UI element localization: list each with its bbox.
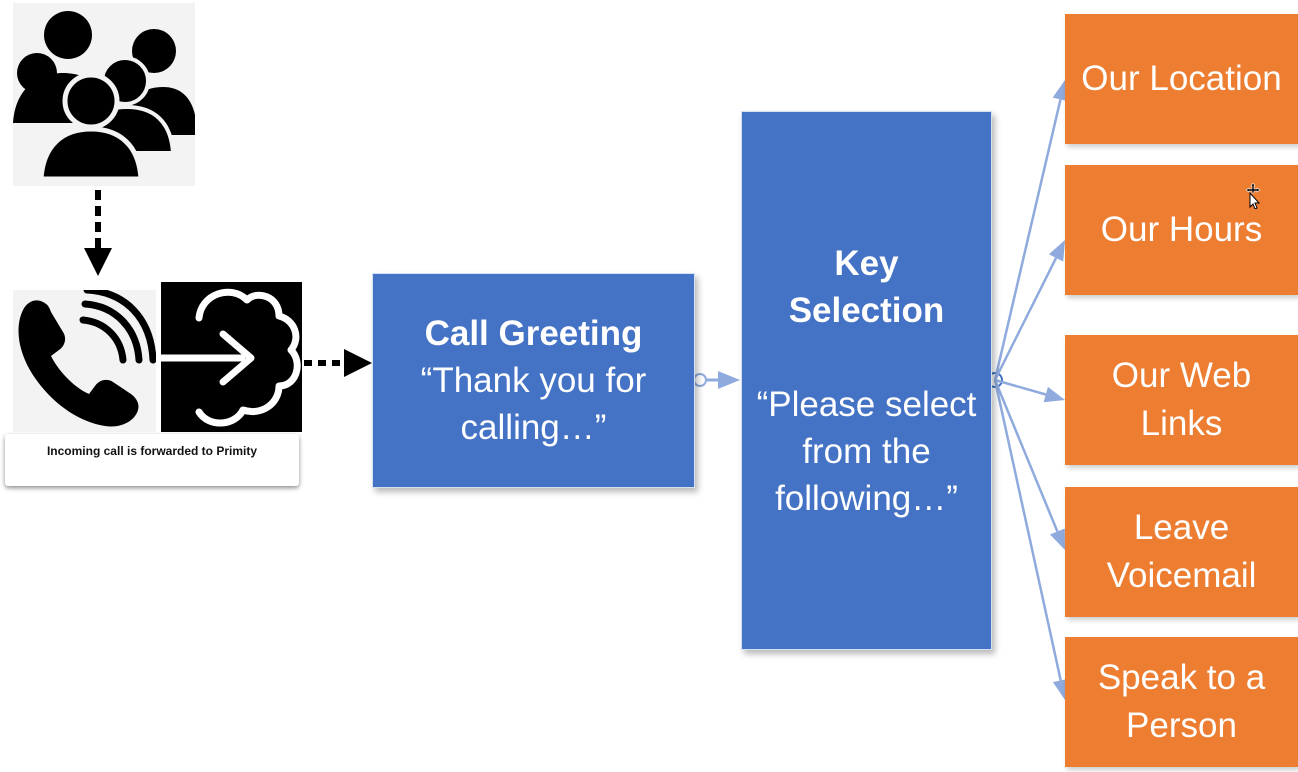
call-greeting-box[interactable]: Call Greeting “Thank you for calling…” bbox=[372, 273, 695, 488]
option-our-location[interactable]: Our Location bbox=[1065, 14, 1298, 144]
option-our-web-links[interactable]: Our Web Links bbox=[1065, 335, 1298, 465]
key-selection-title: Key Selection bbox=[788, 243, 945, 330]
arrowhead-right bbox=[344, 349, 372, 377]
option-label: Leave Voicemail bbox=[1106, 508, 1257, 595]
key-selection-box[interactable]: Key Selection “Please select from the fo… bbox=[741, 111, 992, 650]
fan-connector-arrowhead bbox=[1049, 528, 1065, 550]
phone-ringing-icon bbox=[18, 286, 157, 427]
people-panel bbox=[13, 3, 197, 186]
fan-connector-line bbox=[993, 99, 1062, 381]
call-greeting-quote: “Thank you for calling…” bbox=[420, 361, 647, 447]
greeting-connector-dot bbox=[693, 373, 707, 387]
key-selection-quote: “Please select from the following…” bbox=[756, 384, 977, 518]
cloud-panel bbox=[161, 282, 302, 432]
fan-out-connectors bbox=[993, 80, 1069, 700]
option-label: Our Location bbox=[1081, 59, 1282, 98]
arrowhead-down bbox=[84, 248, 112, 276]
fan-connector-line bbox=[993, 257, 1058, 381]
fan-connector-arrowhead bbox=[1048, 240, 1065, 262]
cloud-arrow-in-icon bbox=[161, 288, 301, 427]
call-greeting-title: Call Greeting bbox=[424, 314, 643, 353]
option-leave-voicemail[interactable]: Leave Voicemail bbox=[1065, 487, 1298, 617]
caption-card: Incoming call is forwarded to Primity bbox=[5, 434, 299, 486]
fan-connector-line bbox=[993, 379, 1059, 532]
fan-connector-line bbox=[994, 378, 1047, 396]
fan-connector-arrowhead bbox=[1043, 386, 1065, 403]
greeting-to-key-arrowhead bbox=[718, 371, 740, 389]
option-label: Speak to a Person bbox=[1097, 658, 1266, 745]
option-label: Our Hours bbox=[1100, 210, 1263, 249]
fan-connector-line bbox=[993, 379, 1062, 681]
mouse-cursor-icon bbox=[1245, 183, 1261, 209]
option-label: Our Web Links bbox=[1111, 356, 1252, 443]
option-our-hours[interactable]: Our Hours bbox=[1065, 165, 1298, 295]
people-group-icon bbox=[13, 11, 197, 182]
caption-text: Incoming call is forwarded to Primity bbox=[46, 444, 258, 458]
option-speak-to-a-person[interactable]: Speak to a Person bbox=[1065, 637, 1298, 767]
phone-panel bbox=[13, 286, 157, 432]
